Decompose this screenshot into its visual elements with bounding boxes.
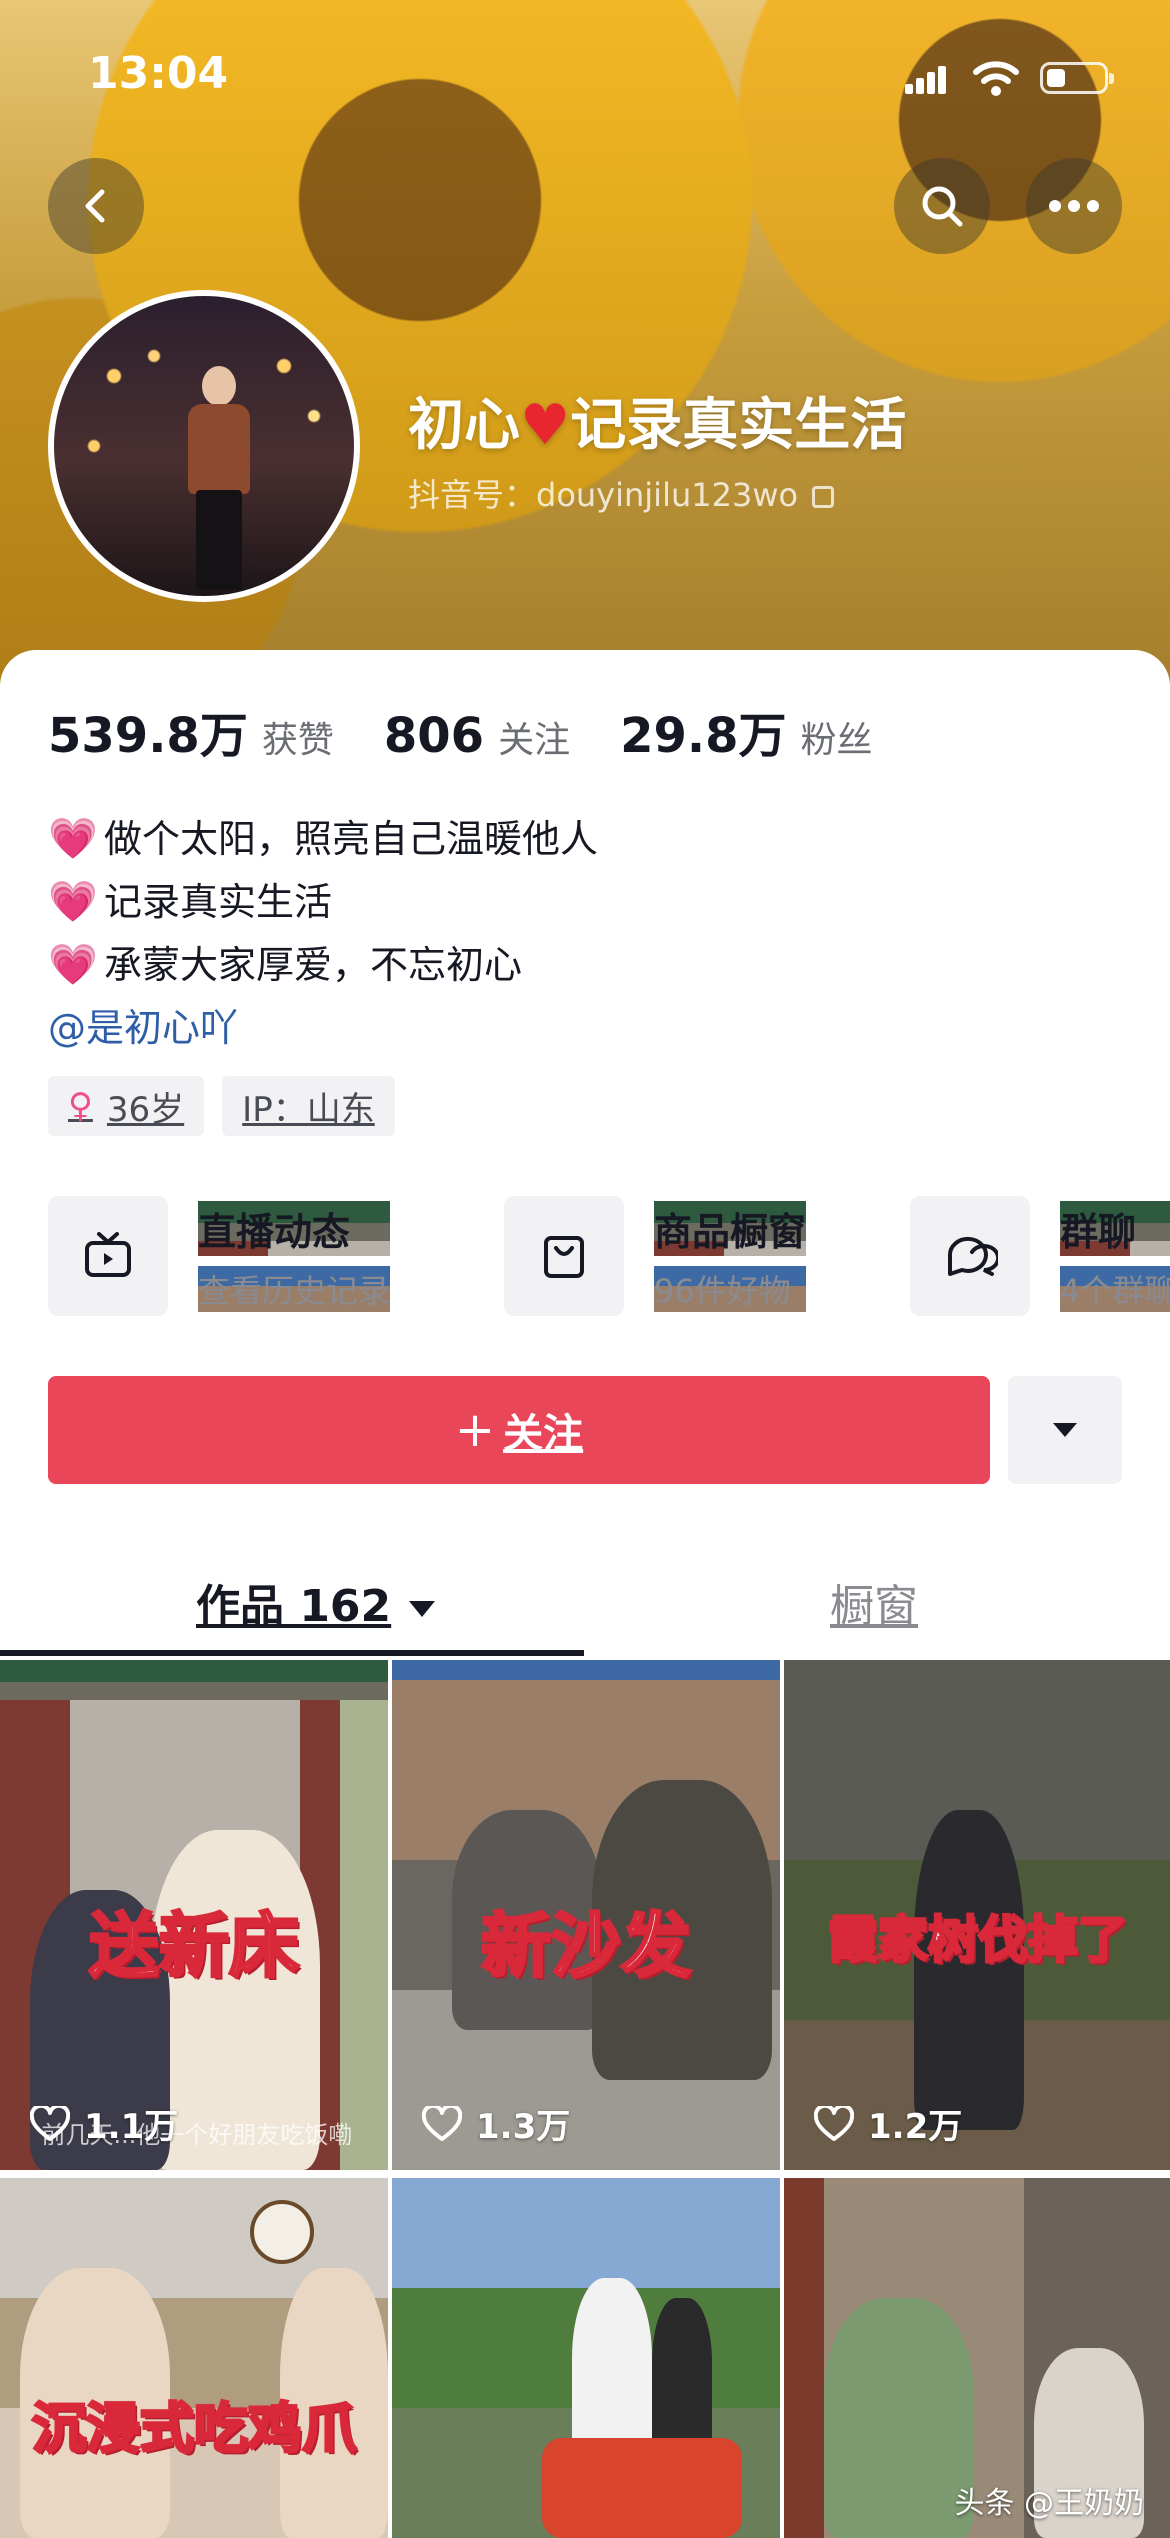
video-tile[interactable]: 新沙发 1.3万: [392, 1660, 780, 2170]
follow-button[interactable]: + 关注: [48, 1376, 990, 1484]
cellular-signal-icon: [905, 66, 947, 94]
watermark: 头条 @王奶奶: [954, 2486, 1144, 2521]
motorcycle-shape: [542, 2438, 742, 2538]
pink-heart-icon: 💗: [48, 816, 98, 862]
pink-heart-icon: 💗: [48, 879, 98, 925]
stat-followers[interactable]: 29.8万 粉丝: [620, 696, 872, 766]
avatar[interactable]: [48, 290, 360, 602]
plus-icon: +: [454, 1402, 496, 1458]
service-entries: 直播动态 查看历史记录 商品橱窗 96件好物 群聊 4个群聊: [48, 1196, 1170, 1316]
video-caption: 送新床: [88, 1904, 301, 1989]
service-group-chat[interactable]: 群聊 4个群聊: [910, 1196, 1170, 1316]
battery-icon: [1040, 62, 1114, 94]
service-live-history[interactable]: 直播动态 查看历史记录: [48, 1196, 391, 1316]
age-tag[interactable]: ♀ 36岁: [48, 1076, 205, 1136]
female-icon: ♀: [68, 1086, 93, 1126]
like-count: 1.1万: [30, 2099, 178, 2148]
content-tabs: 作品 162 橱窗: [0, 1550, 1170, 1660]
search-icon: [922, 186, 963, 227]
search-button[interactable]: [894, 158, 990, 254]
bio: 💗 做个太阳，照亮自己温暖他人 💗 记录真实生活 💗 承蒙大家厚爱，不忘初心 @是初心…: [48, 808, 598, 1060]
copy-icon[interactable]: [812, 486, 835, 508]
mention-link[interactable]: @是初心吖: [48, 997, 238, 1060]
status-bar: 13:04: [0, 48, 1170, 104]
caret-down-icon: [1053, 1423, 1077, 1437]
stat-likes[interactable]: 539.8万 获赞: [48, 696, 334, 766]
status-time: 13:04: [88, 48, 229, 99]
heart-outline-icon: [422, 2105, 462, 2141]
heart-emoji-icon: ♥: [520, 393, 571, 458]
tv-icon: [85, 1232, 131, 1277]
caret-down-icon: [409, 1601, 436, 1617]
back-button[interactable]: [48, 158, 144, 254]
douyin-id[interactable]: 抖音号：douyinjilu123wo: [408, 470, 835, 516]
profile-card: 539.8万 获赞 806 关注 29.8万 粉丝 💗 做个太阳，照亮自己温暖他人…: [0, 650, 1170, 1660]
video-grid: 送新床 前几天...他一个好朋友吃饭嘞 1.1万 新沙发 1.3万 霞家树伐掉了…: [0, 1660, 1170, 2538]
like-count: 1.2万: [814, 2099, 962, 2148]
tab-shop-window[interactable]: 橱窗: [830, 1570, 918, 1634]
profile-tags: ♀ 36岁 IP：山东: [48, 1076, 413, 1136]
profile-nickname: 初心♥记录真实生活: [408, 393, 907, 458]
heart-outline-icon: [30, 2105, 70, 2141]
wifi-icon: [973, 61, 1019, 96]
ip-tag[interactable]: IP：山东: [222, 1076, 395, 1136]
more-dots-icon: [1049, 200, 1099, 212]
more-options-button[interactable]: [1026, 158, 1122, 254]
video-caption: 霞家树伐掉了: [827, 1910, 1130, 1971]
stats-row: 539.8万 获赞 806 关注 29.8万 粉丝: [48, 696, 923, 766]
active-tab-indicator: [0, 1650, 584, 1656]
like-count: 1.3万: [422, 2099, 570, 2148]
video-tile[interactable]: 霞家树伐掉了 1.2万: [784, 1660, 1170, 2170]
tab-works[interactable]: 作品 162: [196, 1570, 436, 1634]
pink-heart-icon: 💗: [48, 942, 98, 988]
shopping-bag-icon: [544, 1236, 584, 1278]
clock-icon: [250, 2200, 314, 2264]
avatar-photo-figure: [184, 366, 254, 596]
service-shop-window[interactable]: 商品橱窗 96件好物: [504, 1196, 807, 1316]
video-caption: 沉浸式吃鸡爪: [31, 2396, 358, 2461]
video-tile[interactable]: 头条 @王奶奶: [784, 2178, 1170, 2538]
video-tile[interactable]: [392, 2178, 780, 2538]
video-caption: 新沙发: [480, 1904, 693, 1989]
video-tile[interactable]: 送新床 前几天...他一个好朋友吃饭嘞 1.1万: [0, 1660, 388, 2170]
stat-following[interactable]: 806 关注: [384, 708, 570, 764]
recommend-dropdown-button[interactable]: [1008, 1376, 1122, 1484]
video-tile[interactable]: 沉浸式吃鸡爪: [0, 2178, 388, 2538]
heart-outline-icon: [814, 2105, 854, 2141]
chevron-left-icon: [85, 189, 105, 223]
chat-bubbles-icon: [947, 1236, 998, 1276]
